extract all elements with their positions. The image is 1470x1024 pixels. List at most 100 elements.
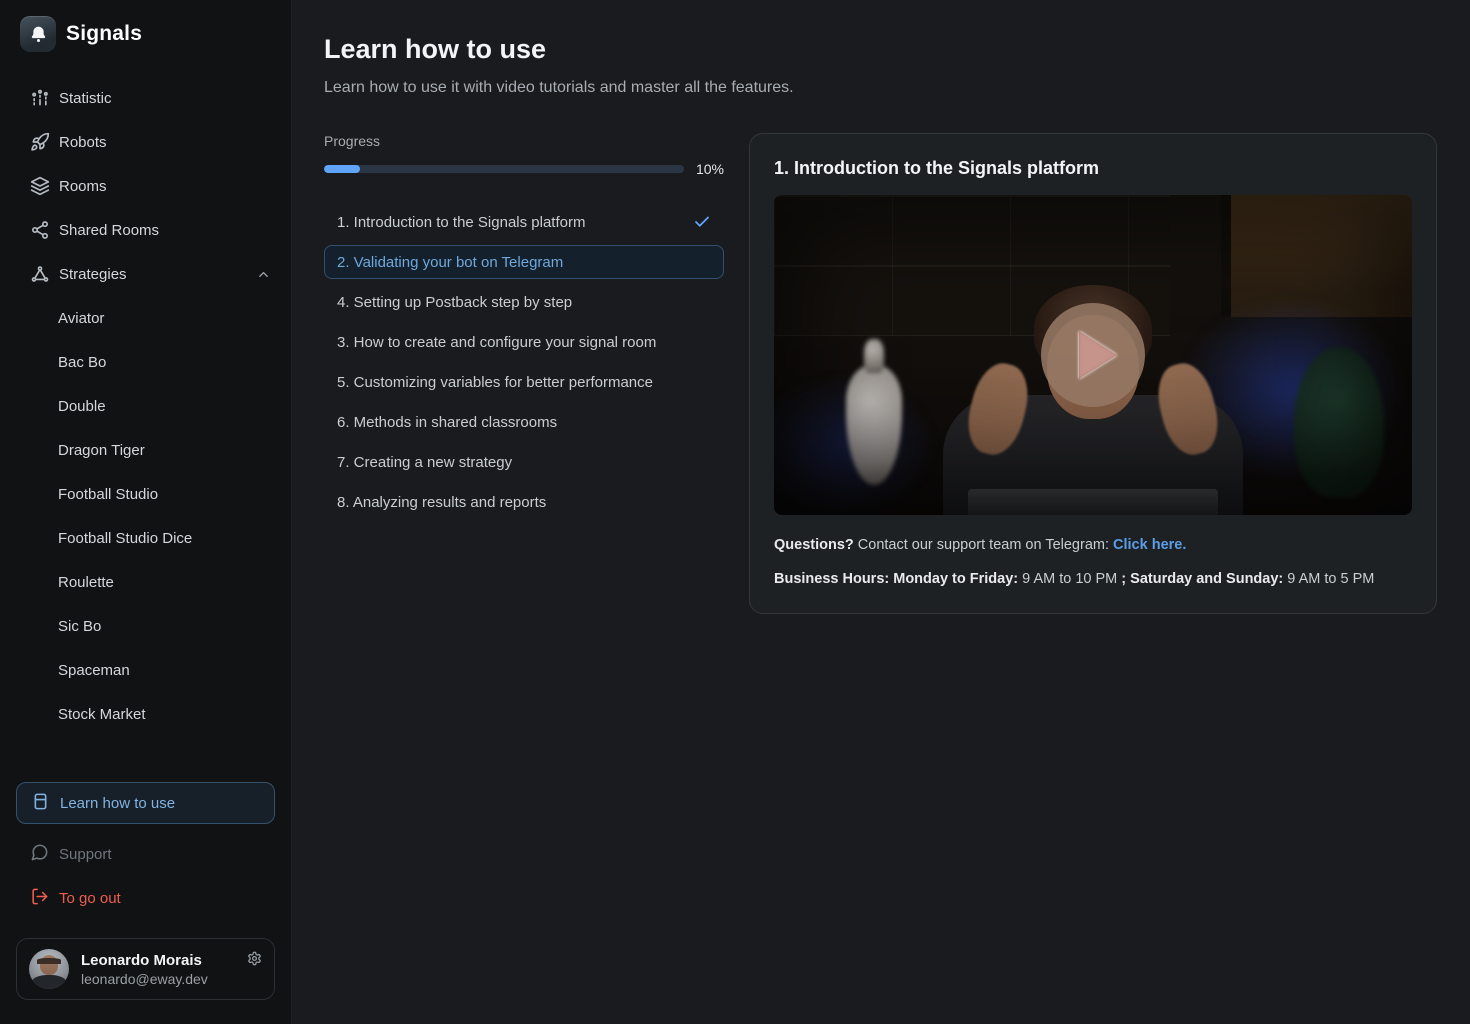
chart-icon (30, 88, 50, 108)
main-content: Learn how to use Learn how to use it wit… (292, 0, 1470, 1024)
sidebar-item-rooms[interactable]: Rooms (0, 164, 291, 208)
sidebar-item-shared-rooms[interactable]: Shared Rooms (0, 208, 291, 252)
app-title: Signals (66, 22, 143, 45)
user-card[interactable]: Leonardo Morais leonardo@eway.dev (16, 938, 275, 1000)
progress-bar-fill (324, 165, 360, 173)
lesson-item-3[interactable]: 3. How to create and configure your sign… (324, 325, 724, 359)
hours-bold-1: Business Hours: Monday to Friday: (774, 571, 1023, 587)
logout-icon (30, 887, 49, 910)
sidebar-item-logout[interactable]: To go out (16, 876, 275, 920)
sub-item-label: Bac Bo (58, 353, 107, 371)
footer-item-label: Learn how to use (60, 794, 176, 812)
questions-line: Questions? Contact our support team on T… (774, 535, 1412, 555)
avatar (29, 949, 69, 989)
lesson-item-4[interactable]: 4. Setting up Postback step by step (324, 285, 724, 319)
lesson-item-8[interactable]: 8. Analyzing results and reports (324, 485, 724, 519)
progress-row: 10% (324, 161, 724, 177)
sub-item-label: Stock Market (58, 705, 146, 723)
strategies-submenu: Aviator Bac Bo Double Dragon Tiger Footb… (0, 296, 291, 736)
lesson-item-5[interactable]: 5. Customizing variables for better perf… (324, 365, 724, 399)
lesson-label: 5. Customizing variables for better perf… (337, 373, 653, 391)
lessons-panel: Progress 10% 1. Introduction to the Sign… (324, 133, 724, 519)
sub-item-label: Double (58, 397, 106, 415)
sidebar-item-football-studio[interactable]: Football Studio (0, 472, 291, 516)
sidebar-item-sic-bo[interactable]: Sic Bo (0, 604, 291, 648)
support-chat-icon (30, 843, 49, 866)
page-title: Learn how to use (324, 34, 547, 64)
sidebar-item-label: Strategies (59, 265, 127, 283)
share-icon (30, 220, 50, 240)
sidebar-item-strategies[interactable]: Strategies (0, 252, 291, 296)
sidebar-item-label: Shared Rooms (59, 221, 160, 239)
sidebar-item-support[interactable]: Support (16, 832, 275, 876)
sidebar-item-double[interactable]: Double (0, 384, 291, 428)
progress-percent: 10% (695, 161, 724, 177)
footer-item-label: To go out (59, 889, 121, 907)
sidebar-item-spaceman[interactable]: Spaceman (0, 648, 291, 692)
progress-bar (324, 165, 684, 173)
page-subtitle: Learn how to use it with video tutorials… (324, 79, 794, 96)
sidebar-item-statistic[interactable]: Statistic (0, 76, 291, 120)
hours-bold-2: ; Saturday and Sunday: (1121, 571, 1288, 587)
app-logo: Signals (0, 16, 291, 52)
sidebar-item-aviator[interactable]: Aviator (0, 296, 291, 340)
questions-text: Contact our support team on Telegram: (853, 537, 1114, 553)
lesson-label: 8. Analyzing results and reports (337, 493, 547, 511)
sub-item-label: Football Studio (58, 485, 159, 503)
lesson-item-7[interactable]: 7. Creating a new strategy (324, 445, 724, 479)
business-hours-line: Business Hours: Monday to Friday: 9 AM t… (774, 569, 1412, 589)
check-icon (693, 213, 711, 231)
user-email: leonardo@eway.dev (81, 970, 208, 987)
lesson-label: 1. Introduction to the Signals platform (337, 213, 586, 231)
lesson-item-2[interactable]: 2. Validating your bot on Telegram (324, 245, 724, 279)
bell-icon (20, 16, 56, 52)
sidebar-item-label: Statistic (59, 89, 112, 107)
strategy-icon (30, 264, 50, 284)
sidebar-nav: Statistic Robots Rooms Shared Rooms Stra… (0, 76, 291, 736)
sidebar-item-learn-how-to-use[interactable]: Learn how to use (16, 782, 275, 824)
sidebar-item-dragon-tiger[interactable]: Dragon Tiger (0, 428, 291, 472)
questions-bold: Questions? (774, 537, 854, 553)
sidebar-footer-nav: Learn how to use Support To go out (0, 782, 291, 920)
lesson-item-1[interactable]: 1. Introduction to the Signals platform (324, 205, 724, 239)
sub-item-label: Spaceman (58, 661, 130, 679)
sidebar-item-label: Robots (59, 133, 107, 151)
sidebar-item-roulette[interactable]: Roulette (0, 560, 291, 604)
footer-item-label: Support (59, 845, 112, 863)
sidebar-item-robots[interactable]: Robots (0, 120, 291, 164)
lesson-label: 7. Creating a new strategy (337, 453, 513, 471)
lesson-item-6[interactable]: 6. Methods in shared classrooms (324, 405, 724, 439)
gear-icon[interactable] (247, 951, 262, 966)
support-link[interactable]: Click here. (1113, 537, 1186, 553)
sidebar-item-football-studio-dice[interactable]: Football Studio Dice (0, 516, 291, 560)
lesson-detail-card: 1. Introduction to the Signals platform (749, 133, 1437, 614)
lesson-label: 6. Methods in shared classrooms (337, 413, 558, 431)
video-player[interactable] (774, 195, 1412, 515)
book-icon (31, 792, 50, 815)
sidebar-item-bac-bo[interactable]: Bac Bo (0, 340, 291, 384)
chevron-up-icon[interactable] (256, 267, 271, 282)
lesson-label: 2. Validating your bot on Telegram (337, 253, 564, 271)
sub-item-label: Sic Bo (58, 617, 102, 635)
sub-item-label: Roulette (58, 573, 114, 591)
sidebar-item-stock-market[interactable]: Stock Market (0, 692, 291, 736)
lesson-label: 4. Setting up Postback step by step (337, 293, 573, 311)
play-icon (1079, 331, 1117, 379)
progress-label: Progress (324, 133, 381, 149)
sub-item-label: Football Studio Dice (58, 529, 193, 547)
user-name: Leonardo Morais (81, 951, 202, 969)
hours-text-1: 9 AM to 10 PM (1022, 571, 1122, 587)
lesson-detail-title: 1. Introduction to the Signals platform (774, 158, 1100, 178)
sub-item-label: Dragon Tiger (58, 441, 145, 459)
sidebar: Signals Statistic Robots Rooms Shared Ro… (0, 0, 292, 1024)
hours-text-2: 9 AM to 5 PM (1287, 571, 1375, 587)
play-button[interactable] (1041, 303, 1145, 407)
content-row: Progress 10% 1. Introduction to the Sign… (324, 133, 1437, 614)
layers-icon (30, 176, 50, 196)
rocket-icon (30, 132, 50, 152)
user-meta: Leonardo Morais leonardo@eway.dev (81, 952, 208, 987)
lesson-label: 3. How to create and configure your sign… (337, 333, 657, 351)
sub-item-label: Aviator (58, 309, 105, 327)
lesson-list: 1. Introduction to the Signals platform … (324, 205, 724, 519)
